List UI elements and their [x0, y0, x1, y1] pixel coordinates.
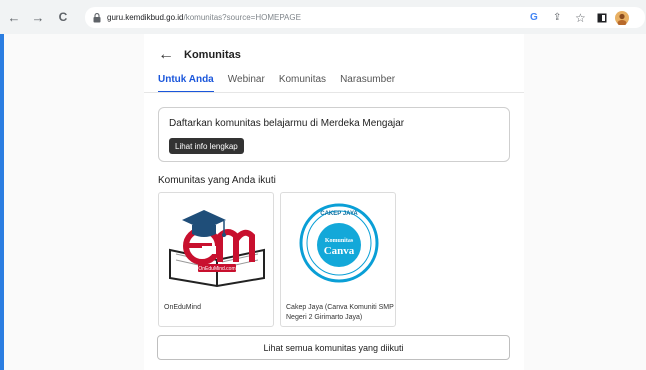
- content-column: ← Komunitas Untuk Anda Webinar Komunitas…: [144, 34, 524, 370]
- onedumind-logo: OnEduMind.com: [159, 193, 273, 293]
- address-bar[interactable]: guru.kemdikbud.go.id/komunitas?source=HO…: [85, 7, 645, 28]
- page-title: Komunitas: [184, 49, 241, 61]
- tab-narasumber[interactable]: Narasumber: [340, 74, 395, 93]
- tab-divider: [144, 92, 524, 93]
- cakep-jaya-logo-main: Canva: [324, 245, 355, 257]
- back-arrow-icon[interactable]: ←: [6, 7, 22, 27]
- star-icon[interactable]: ☆: [575, 7, 586, 28]
- url-host: guru.kemdikbud.go.id: [107, 13, 184, 22]
- sidepanel-icon[interactable]: [597, 7, 607, 28]
- browser-toolbar: ← → C guru.kemdikbud.go.id/komunitas?sou…: [0, 0, 646, 34]
- cakep-jaya-logo-top: CAKEP JAYA: [320, 211, 358, 217]
- cakep-jaya-logo: CAKEP JAYA Komunitas Canva: [281, 193, 395, 293]
- reload-icon[interactable]: C: [55, 7, 71, 27]
- url-path: /komunitas?source=HOMEPAGE: [183, 13, 301, 22]
- community-name: OnEduMind: [164, 304, 201, 311]
- tab-bar: Untuk Anda Webinar Komunitas Narasumber: [158, 74, 409, 93]
- cakep-jaya-logo-mid: Komunitas: [325, 238, 354, 244]
- tab-webinar[interactable]: Webinar: [228, 74, 265, 93]
- avatar[interactable]: [615, 7, 629, 28]
- info-button[interactable]: Lihat info lengkap: [169, 138, 244, 154]
- lock-icon: [93, 12, 103, 23]
- page-header: ← Komunitas: [158, 46, 241, 64]
- url-text: guru.kemdikbud.go.id/komunitas?source=HO…: [107, 13, 301, 22]
- community-name: Cakep Jaya (Canva Komuniti SMP Negeri 2 …: [286, 304, 394, 321]
- forward-arrow-icon[interactable]: →: [30, 7, 46, 27]
- tab-komunitas[interactable]: Komunitas: [279, 74, 326, 93]
- community-card-cakep-jaya[interactable]: CAKEP JAYA Komunitas Canva Cakep Jaya (C…: [280, 192, 396, 327]
- banner-text: Daftarkan komunitas belajarmu di Merdeka…: [169, 118, 405, 129]
- see-all-communities-button[interactable]: Lihat semua komunitas yang diikuti: [157, 335, 510, 360]
- share-icon[interactable]: ⇪: [553, 7, 561, 28]
- page-background: ← Komunitas Untuk Anda Webinar Komunitas…: [4, 34, 646, 370]
- back-arrow-icon[interactable]: ←: [158, 46, 178, 64]
- section-title: Komunitas yang Anda ikuti: [158, 175, 276, 186]
- tab-untuk-anda[interactable]: Untuk Anda: [158, 74, 214, 93]
- register-banner: Daftarkan komunitas belajarmu di Merdeka…: [158, 107, 510, 162]
- onedumind-logo-text: OnEduMind.com: [198, 266, 235, 272]
- google-icon[interactable]: G: [530, 7, 538, 28]
- community-card-onedumind[interactable]: OnEduMind.com OnEduMind: [158, 192, 274, 327]
